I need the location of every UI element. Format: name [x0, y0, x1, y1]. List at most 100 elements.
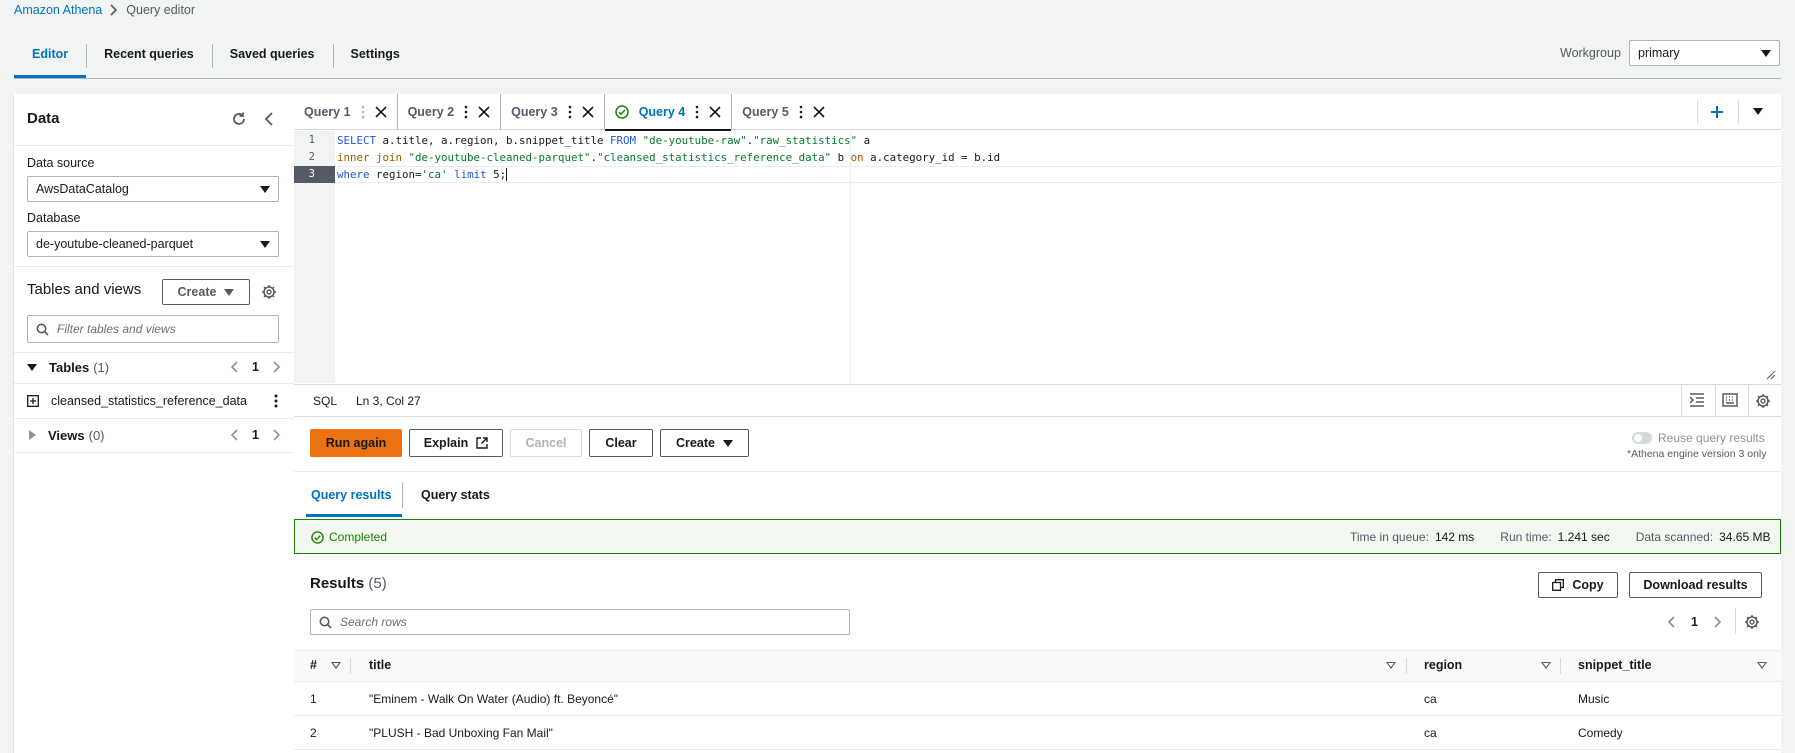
status-completed: Completed: [311, 530, 387, 544]
close-icon[interactable]: [374, 105, 387, 118]
close-icon[interactable]: [478, 105, 490, 118]
collapse-panel-icon[interactable]: [264, 112, 274, 126]
clear-button[interactable]: Clear: [589, 429, 653, 457]
breadcrumb-link-athena[interactable]: Amazon Athena: [14, 3, 102, 17]
chevron-right-icon[interactable]: [1714, 616, 1722, 628]
workgroup-select[interactable]: primary: [1629, 40, 1780, 66]
search-rows-input[interactable]: Search rows: [310, 609, 850, 635]
sql-keyword: SELECT: [337, 134, 377, 147]
download-results-button[interactable]: Download results: [1629, 572, 1762, 598]
divider: [14, 452, 294, 453]
cancel-button[interactable]: Cancel: [510, 429, 582, 457]
code-line-2[interactable]: inner join "de-youtube-cleaned-parquet".…: [337, 149, 1000, 166]
tab-recent-queries[interactable]: Recent queries: [86, 38, 212, 78]
format-query-icon[interactable]: [1689, 393, 1705, 407]
sort-icon[interactable]: [1386, 662, 1396, 669]
time-in-queue-label: Time in queue:: [1350, 530, 1429, 544]
check-circle-icon: [311, 530, 324, 544]
refresh-icon[interactable]: [231, 111, 247, 127]
line-number: 1: [308, 134, 315, 146]
cell-region: ca: [1424, 726, 1437, 740]
external-link-icon: [476, 437, 488, 449]
more-options-icon[interactable]: [799, 105, 803, 119]
divider: [1748, 384, 1749, 417]
caret-down-icon: [260, 241, 270, 248]
column-divider[interactable]: [1406, 658, 1407, 674]
more-options-icon[interactable]: [361, 105, 365, 119]
tab-menu-caret-icon[interactable]: [1753, 108, 1763, 115]
chevron-left-icon[interactable]: [230, 429, 238, 441]
query-tab-4[interactable]: Query 4: [604, 93, 733, 131]
sort-icon[interactable]: [1541, 662, 1551, 669]
run-time-value: 1.241 sec: [1557, 530, 1610, 544]
editor-status-bar: [294, 384, 1781, 417]
gear-icon[interactable]: [261, 284, 277, 300]
query-tab-3[interactable]: Query 3: [501, 93, 605, 130]
time-in-queue-value: 142 ms: [1434, 530, 1475, 544]
chevron-right-icon[interactable]: [273, 429, 281, 441]
sort-icon[interactable]: [1757, 662, 1767, 669]
views-page-number[interactable]: 1: [252, 428, 259, 442]
code-line-1[interactable]: SELECT a.title, a.region, b.snippet_titl…: [337, 132, 870, 149]
breadcrumb: Amazon Athena Query editor: [14, 2, 195, 18]
sort-icon[interactable]: [331, 662, 341, 669]
gear-icon[interactable]: [1755, 393, 1771, 409]
views-section-header[interactable]: Views (0) 1: [27, 425, 281, 445]
tables-label: Tables: [49, 359, 90, 375]
add-query-tab-icon[interactable]: [1710, 105, 1724, 119]
gear-icon[interactable]: [1744, 614, 1760, 630]
query-tab-5[interactable]: Query 5: [732, 94, 835, 130]
tab-editor[interactable]: Editor: [14, 38, 87, 78]
data-source-select[interactable]: AwsDataCatalog: [27, 176, 279, 202]
more-options-icon[interactable]: [274, 394, 278, 408]
create-button[interactable]: Create: [660, 429, 749, 457]
table-name[interactable]: cleansed_statistics_reference_data: [51, 394, 247, 408]
explain-button[interactable]: Explain: [409, 429, 503, 457]
tables-section-header[interactable]: Tables (1) 1: [27, 357, 281, 377]
query-tab-label: Query 4: [638, 104, 686, 119]
chevron-left-icon[interactable]: [230, 361, 238, 373]
column-header-snippet-title[interactable]: snippet_title: [1578, 658, 1652, 672]
more-options-icon[interactable]: [695, 105, 699, 119]
results-heading: Results (5): [310, 575, 387, 592]
filter-tables-input[interactable]: Filter tables and views: [27, 315, 279, 343]
tab-query-stats[interactable]: Query stats: [421, 488, 490, 502]
query-tab-1[interactable]: Query 1: [294, 93, 398, 130]
tab-query-results[interactable]: Query results: [311, 488, 392, 502]
divider: [1738, 100, 1739, 124]
sql-string: 'ca': [421, 168, 448, 181]
query-tab-label: Query 3: [511, 104, 558, 119]
query-tab-2[interactable]: Query 2: [398, 93, 502, 130]
column-header-title[interactable]: title: [369, 658, 391, 672]
close-icon[interactable]: [582, 105, 594, 118]
column-divider[interactable]: [1560, 658, 1561, 674]
more-options-icon[interactable]: [568, 105, 572, 119]
close-icon[interactable]: [813, 105, 825, 118]
table-list-item[interactable]: cleansed_statistics_reference_data: [27, 391, 281, 411]
tables-page-number[interactable]: 1: [252, 360, 259, 374]
sql-text: a: [857, 134, 871, 147]
resize-handle-icon[interactable]: [1766, 370, 1776, 380]
create-table-button[interactable]: Create: [162, 279, 250, 305]
close-icon[interactable]: [709, 105, 721, 118]
tab-settings[interactable]: Settings: [332, 38, 418, 78]
database-select[interactable]: de-youtube-cleaned-parquet: [27, 231, 279, 257]
copy-button[interactable]: Copy: [1538, 572, 1618, 598]
keyboard-icon[interactable]: [1722, 393, 1738, 407]
more-options-icon[interactable]: [464, 105, 468, 119]
search-icon: [36, 323, 49, 336]
top-tabs: Editor Recent queries Saved queries Sett…: [14, 38, 418, 78]
chevron-left-icon[interactable]: [1667, 616, 1675, 628]
tab-saved-queries[interactable]: Saved queries: [211, 38, 333, 78]
column-divider[interactable]: [350, 658, 351, 674]
status-text: Completed: [329, 530, 388, 544]
run-again-button[interactable]: Run again: [310, 429, 402, 457]
cursor-position: Ln 3, Col 27: [356, 394, 421, 408]
line-number: 2: [308, 151, 315, 163]
reuse-results-toggle[interactable]: [1632, 432, 1652, 444]
results-page-number[interactable]: 1: [1691, 615, 1698, 629]
results-title: Results: [310, 575, 365, 592]
column-header-region[interactable]: region: [1424, 658, 1462, 672]
code-line-3[interactable]: where region='ca' limit 5;: [337, 166, 508, 183]
chevron-right-icon[interactable]: [273, 361, 281, 373]
